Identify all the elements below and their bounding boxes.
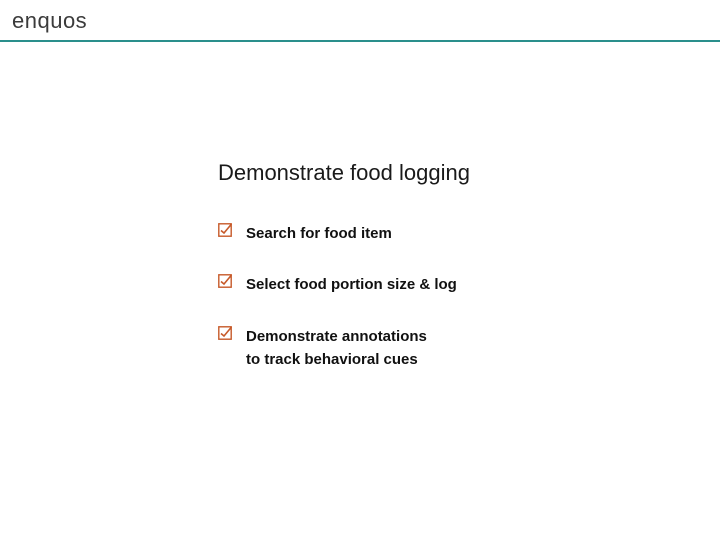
checkmark-icon xyxy=(218,274,232,288)
main-content: Demonstrate food logging Search for food… xyxy=(218,160,638,399)
header: enquos xyxy=(0,0,720,40)
list-item: Select food portion size & log xyxy=(218,273,638,296)
list-item: Search for food item xyxy=(218,222,638,245)
checkmark-icon xyxy=(218,223,232,237)
list-item-text: Search for food item xyxy=(246,222,392,245)
brand-logo: enquos xyxy=(12,8,720,34)
slide: enquos Demonstrate food logging Search f… xyxy=(0,0,720,540)
page-title: Demonstrate food logging xyxy=(218,160,638,186)
checkmark-icon xyxy=(218,326,232,340)
list-item-text: Demonstrate annotationsto track behavior… xyxy=(246,325,427,372)
header-divider xyxy=(0,40,720,42)
list-item-text: Select food portion size & log xyxy=(246,273,457,296)
list-item: Demonstrate annotationsto track behavior… xyxy=(218,325,638,372)
